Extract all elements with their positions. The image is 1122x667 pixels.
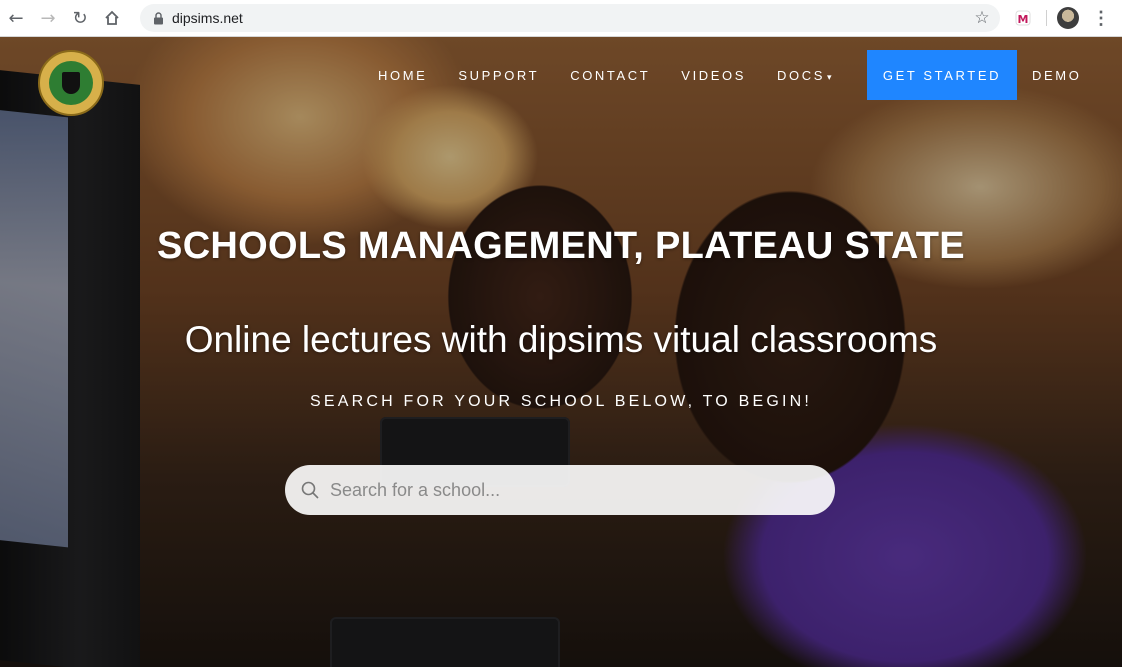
chevron-down-icon: ▾: [827, 71, 832, 82]
nav-home[interactable]: HOME: [378, 68, 427, 83]
nav-videos[interactable]: VIDEOS: [681, 68, 746, 83]
forward-icon[interactable]: →: [32, 0, 64, 36]
profile-avatar[interactable]: [1057, 7, 1079, 29]
hero-section: HOME SUPPORT CONTACT VIDEOS DOCS ▾ GET ST…: [0, 37, 1122, 667]
lock-icon: [150, 10, 166, 26]
nav-support[interactable]: SUPPORT: [458, 68, 539, 83]
nav-docs-label: DOCS: [777, 67, 825, 83]
search-icon: [300, 480, 320, 500]
back-icon[interactable]: ←: [0, 0, 32, 36]
reload-icon[interactable]: ↻: [64, 0, 96, 36]
browser-toolbar: ← → ↻ dipsims.net ☆ M ⋮: [0, 0, 1122, 37]
url-text: dipsims.net: [172, 10, 243, 26]
browser-menu-icon[interactable]: ⋮: [1092, 6, 1110, 30]
address-bar[interactable]: dipsims.net ☆: [140, 4, 1000, 32]
hero-subtitle: Online lectures with dipsims vitual clas…: [184, 319, 938, 360]
get-started-button[interactable]: GET STARTED: [867, 50, 1017, 100]
page-title: SCHOOLS MANAGEMENT, PLATEAU STATE: [157, 225, 965, 267]
bookmark-star-icon[interactable]: ☆: [972, 8, 992, 28]
coat-of-arms-icon: [62, 72, 80, 94]
toolbar-divider: [1046, 10, 1047, 26]
svg-text:M: M: [1018, 13, 1029, 26]
school-search-box[interactable]: [285, 465, 835, 515]
hero-tagline: SEARCH FOR YOUR SCHOOL BELOW, TO BEGIN!: [309, 393, 813, 410]
main-nav: HOME SUPPORT CONTACT VIDEOS DOCS ▾: [378, 50, 863, 100]
nav-docs[interactable]: DOCS ▾: [777, 68, 832, 83]
home-icon[interactable]: [96, 0, 128, 36]
search-input[interactable]: [328, 478, 835, 502]
nav-demo[interactable]: DEMO: [1032, 50, 1081, 100]
extension-icon[interactable]: M: [1013, 8, 1033, 28]
logo-emblem: [49, 61, 93, 105]
plateau-state-logo[interactable]: [38, 50, 104, 116]
nav-contact[interactable]: CONTACT: [570, 68, 650, 83]
